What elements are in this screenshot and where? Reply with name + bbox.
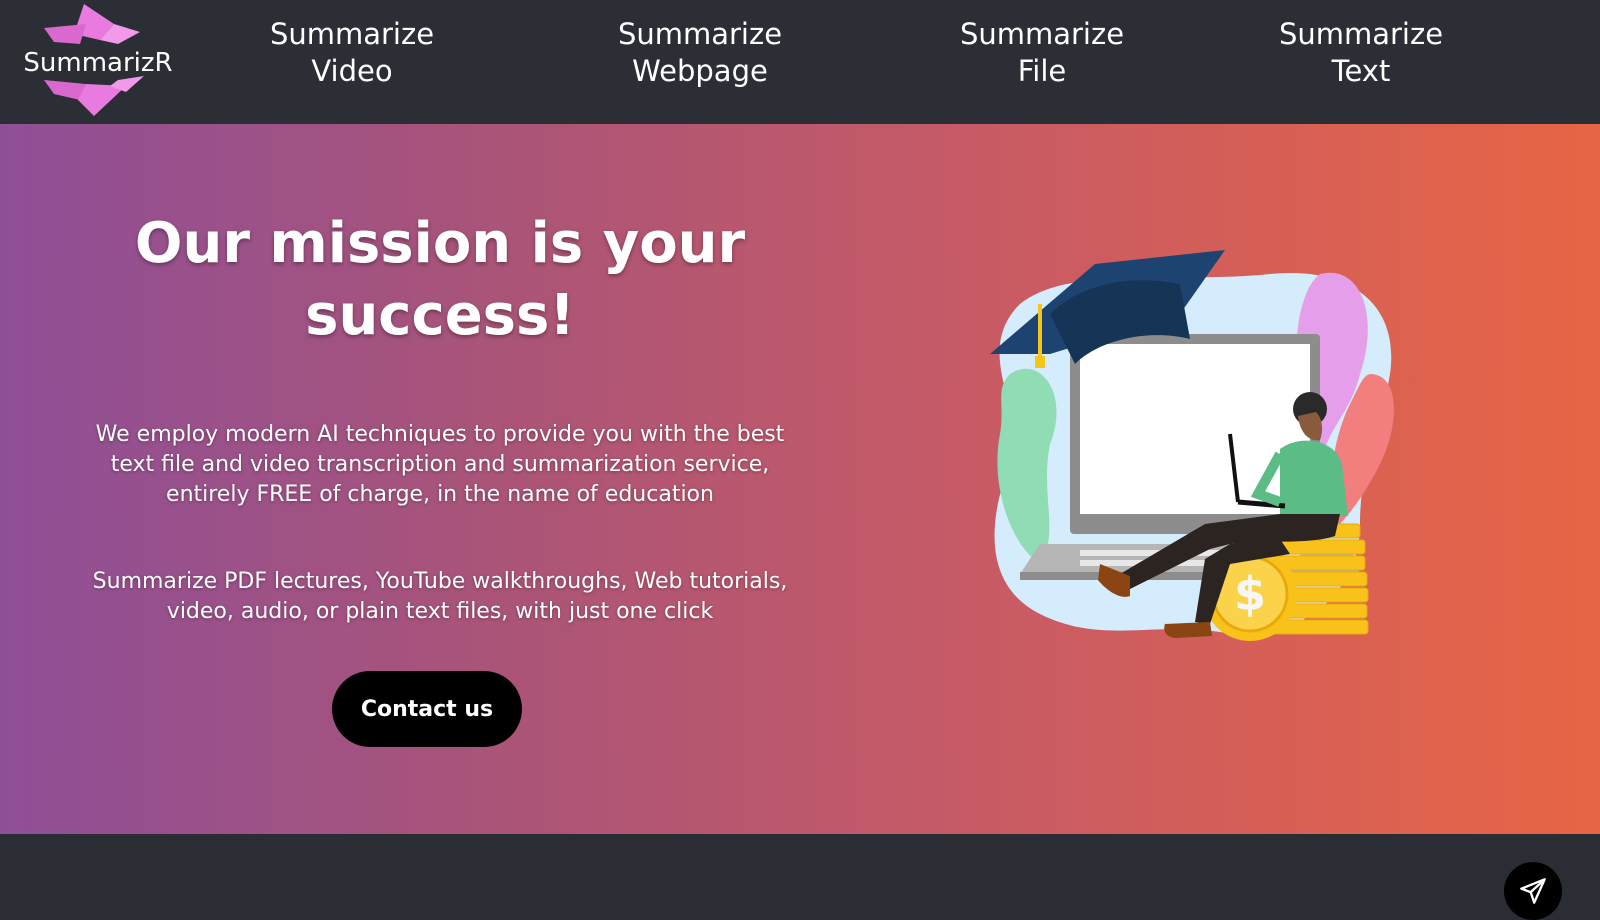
top-navbar: SummarizR Summarize Video Summarize Webp… <box>0 0 1600 124</box>
nav-label-line1: Summarize <box>959 17 1125 51</box>
nav-label-line1: Summarize <box>617 17 783 51</box>
send-message-button[interactable] <box>1504 862 1562 920</box>
contact-us-button[interactable]: Contact us <box>332 671 522 747</box>
hero-description: We employ modern AI techniques to provid… <box>95 422 785 507</box>
nav-label-line2: Video <box>311 54 393 88</box>
nav-summarize-text[interactable]: Summarize Text <box>1251 16 1471 90</box>
brand-logo[interactable]: SummarizR <box>14 4 174 120</box>
svg-text:$: $ <box>1234 567 1266 621</box>
nav-summarize-video[interactable]: Summarize Video <box>242 16 462 90</box>
nav-label-line1: Summarize <box>1278 17 1444 51</box>
nav-label-line2: Text <box>1331 54 1391 88</box>
student-laptop-illustration: $ <box>990 250 1394 641</box>
brand-name: SummarizR <box>23 48 173 78</box>
paper-plane-icon <box>1520 878 1546 904</box>
nav-label-line1: Summarize <box>269 17 435 51</box>
nav-label-line2: Webpage <box>632 54 768 88</box>
nav-label-line2: File <box>1017 54 1067 88</box>
hero-features: Summarize PDF lectures, YouTube walkthro… <box>92 569 788 624</box>
hero-section: Our mission is your success! We employ m… <box>0 124 1600 920</box>
hero-headline: Our mission is your success! <box>134 211 746 348</box>
nav-summarize-file[interactable]: Summarize File <box>932 16 1152 90</box>
nav-summarize-webpage[interactable]: Summarize Webpage <box>590 16 810 90</box>
